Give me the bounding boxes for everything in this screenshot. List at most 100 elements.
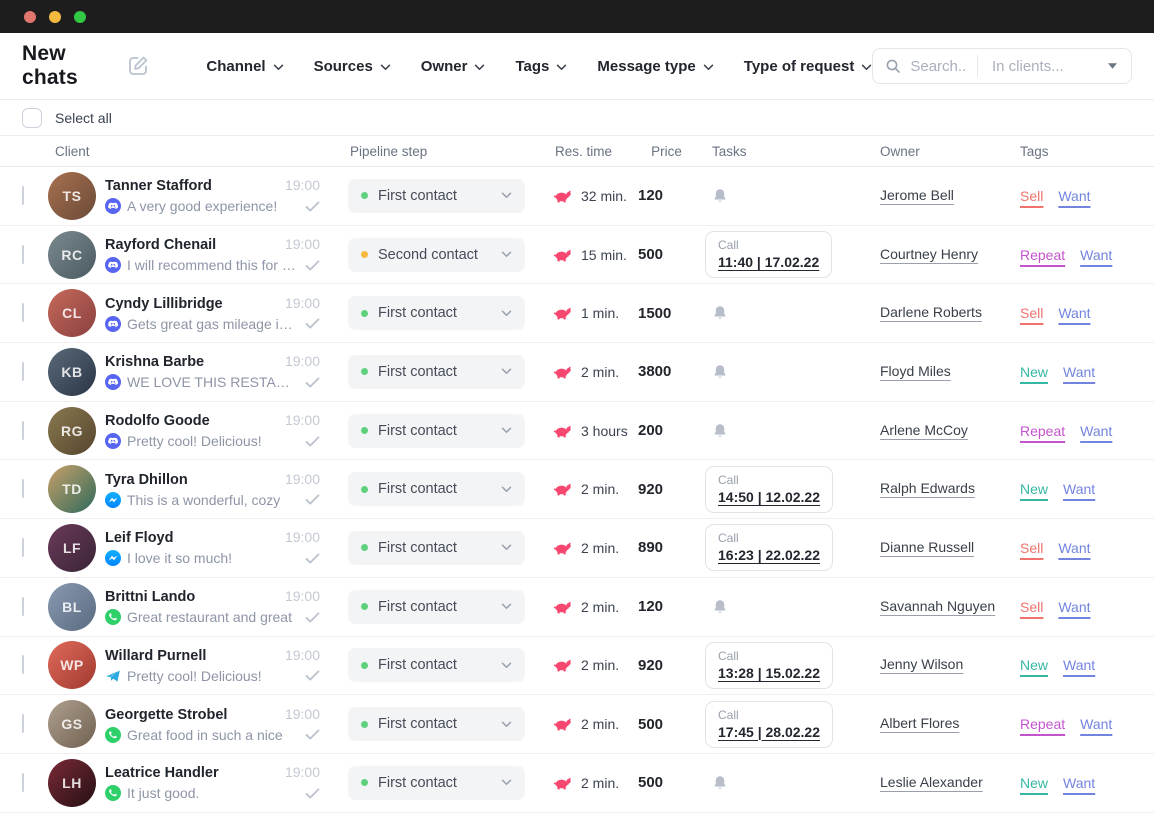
tag-want[interactable]: Want (1058, 188, 1090, 204)
owner-link[interactable]: Leslie Alexander (880, 774, 983, 790)
row-checkbox[interactable] (22, 773, 24, 792)
select-all-checkbox[interactable] (22, 108, 42, 128)
search-input[interactable] (910, 58, 965, 75)
search-icon (885, 58, 901, 74)
pipeline-step-dropdown[interactable]: First contact (348, 179, 525, 213)
row-checkbox[interactable] (22, 479, 24, 498)
tag-repeat[interactable]: Repeat (1020, 423, 1065, 439)
tag-want[interactable]: Want (1080, 423, 1112, 439)
filter-dropdown-owner[interactable]: Owner (421, 58, 486, 75)
chat-row[interactable]: KB Krishna Barbe 19:00 WE LOVE THIS REST… (0, 343, 1154, 402)
row-checkbox[interactable] (22, 186, 24, 205)
row-checkbox[interactable] (22, 597, 24, 616)
call-task-card[interactable]: Call 11:40 | 17.02.22 (705, 231, 832, 278)
bell-icon (713, 188, 727, 204)
tasks-cell: Call 16:23 | 22.02.22 (695, 524, 868, 571)
row-checkbox[interactable] (22, 538, 24, 557)
call-task-card[interactable]: Call 14:50 | 12.02.22 (705, 466, 833, 513)
owner-link[interactable]: Ralph Edwards (880, 480, 975, 496)
owner-link[interactable]: Savannah Nguyen (880, 598, 995, 614)
telegram-icon (105, 668, 121, 684)
row-checkbox[interactable] (22, 362, 24, 381)
filter-dropdown-type-of-request[interactable]: Type of request (744, 58, 873, 75)
response-time: 2 min. (581, 540, 619, 556)
row-checkbox[interactable] (22, 421, 24, 440)
row-checkbox[interactable] (22, 714, 24, 733)
row-checkbox[interactable] (22, 245, 24, 264)
client-avatar: RG (48, 407, 96, 455)
pipeline-step-dropdown[interactable]: First contact (348, 531, 525, 565)
tag-repeat[interactable]: Repeat (1020, 716, 1065, 732)
tag-want[interactable]: Want (1058, 540, 1090, 556)
tag-want[interactable]: Want (1058, 305, 1090, 321)
tag-want[interactable]: Want (1063, 657, 1095, 673)
filter-dropdown-tags[interactable]: Tags (515, 58, 567, 75)
turtle-icon (553, 482, 572, 496)
pipeline-step-dropdown[interactable]: First contact (348, 590, 525, 624)
tag-sell[interactable]: Sell (1020, 599, 1043, 615)
price: 500 (638, 716, 695, 733)
owner-link[interactable]: Albert Flores (880, 715, 959, 731)
tag-new[interactable]: New (1020, 657, 1048, 673)
chat-row[interactable]: WP Willard Purnell 19:00 Pretty cool! De… (0, 637, 1154, 696)
pipeline-step-dropdown[interactable]: First contact (348, 472, 525, 506)
chat-row[interactable]: RG Rodolfo Goode 19:00 Pretty cool! Deli… (0, 402, 1154, 461)
tags-cell: Sell Want (1018, 599, 1132, 615)
tag-want[interactable]: Want (1080, 247, 1112, 263)
tag-want[interactable]: Want (1058, 599, 1090, 615)
owner-link[interactable]: Jenny Wilson (880, 656, 963, 672)
tag-new[interactable]: New (1020, 481, 1048, 497)
compose-icon[interactable] (126, 54, 150, 78)
filter-dropdown-channel[interactable]: Channel (206, 58, 283, 75)
search-scope-select[interactable]: In clients... (977, 55, 1131, 77)
tag-sell[interactable]: Sell (1020, 305, 1043, 321)
chat-row[interactable]: RC Rayford Chenail 19:00 I will recommen… (0, 226, 1154, 285)
call-task-card[interactable]: Call 13:28 | 15.02.22 (705, 642, 833, 689)
window-maximize-button[interactable] (74, 11, 86, 23)
chat-row[interactable]: LF Leif Floyd 19:00 I love it so much! (0, 519, 1154, 578)
chat-row[interactable]: CL Cyndy Lillibridge 19:00 Gets great ga… (0, 284, 1154, 343)
chat-row[interactable]: BL Brittni Lando 19:00 Great restaurant … (0, 578, 1154, 637)
price: 1500 (638, 305, 695, 322)
pipeline-step-dropdown[interactable]: First contact (348, 766, 525, 800)
owner-link[interactable]: Jerome Bell (880, 187, 954, 203)
tag-new[interactable]: New (1020, 775, 1048, 791)
pipeline-step-dropdown[interactable]: First contact (348, 707, 525, 741)
call-task-card[interactable]: Call 16:23 | 22.02.22 (705, 524, 833, 571)
pipeline-step-dropdown[interactable]: First contact (348, 648, 525, 682)
tag-new[interactable]: New (1020, 364, 1048, 380)
chat-row[interactable]: TS Tanner Stafford 19:00 A very good exp… (0, 167, 1154, 226)
chat-row[interactable]: TD Tyra Dhillon 19:00 This is a wonderfu… (0, 460, 1154, 519)
pipeline-step-dropdown[interactable]: First contact (348, 414, 525, 448)
pipeline-step-dropdown[interactable]: First contact (348, 355, 525, 389)
row-checkbox[interactable] (22, 655, 24, 674)
window-close-button[interactable] (24, 11, 36, 23)
tag-want[interactable]: Want (1063, 481, 1095, 497)
row-checkbox[interactable] (22, 303, 24, 322)
chat-row[interactable]: GS Georgette Strobel 19:00 Great food in… (0, 695, 1154, 754)
filter-dropdown-sources[interactable]: Sources (314, 58, 391, 75)
owner-link[interactable]: Floyd Miles (880, 363, 951, 379)
response-time-cell: 2 min. (540, 599, 638, 615)
owner-link[interactable]: Courtney Henry (880, 246, 978, 262)
owner-link[interactable]: Dianne Russell (880, 539, 974, 555)
tag-sell[interactable]: Sell (1020, 540, 1043, 556)
response-time-cell: 2 min. (540, 364, 638, 380)
tag-want[interactable]: Want (1063, 364, 1095, 380)
pipeline-step-dropdown[interactable]: First contact (348, 296, 525, 330)
filter-dropdown-message-type[interactable]: Message type (597, 58, 713, 75)
pipeline-step-dropdown[interactable]: Second contact (348, 238, 525, 272)
owner-link[interactable]: Darlene Roberts (880, 304, 982, 320)
owner-link[interactable]: Arlene McCoy (880, 422, 968, 438)
call-task-card[interactable]: Call 17:45 | 28.02.22 (705, 701, 833, 748)
pipeline-label: Second contact (378, 247, 491, 263)
discord-icon (105, 433, 121, 449)
window-minimize-button[interactable] (49, 11, 61, 23)
caret-down-icon (1108, 63, 1117, 69)
tag-sell[interactable]: Sell (1020, 188, 1043, 204)
chat-row[interactable]: LH Leatrice Handler 19:00 It just good. (0, 754, 1154, 813)
tag-want[interactable]: Want (1063, 775, 1095, 791)
tag-want[interactable]: Want (1080, 716, 1112, 732)
tag-repeat[interactable]: Repeat (1020, 247, 1065, 263)
avatar-initials: BL (62, 599, 82, 615)
